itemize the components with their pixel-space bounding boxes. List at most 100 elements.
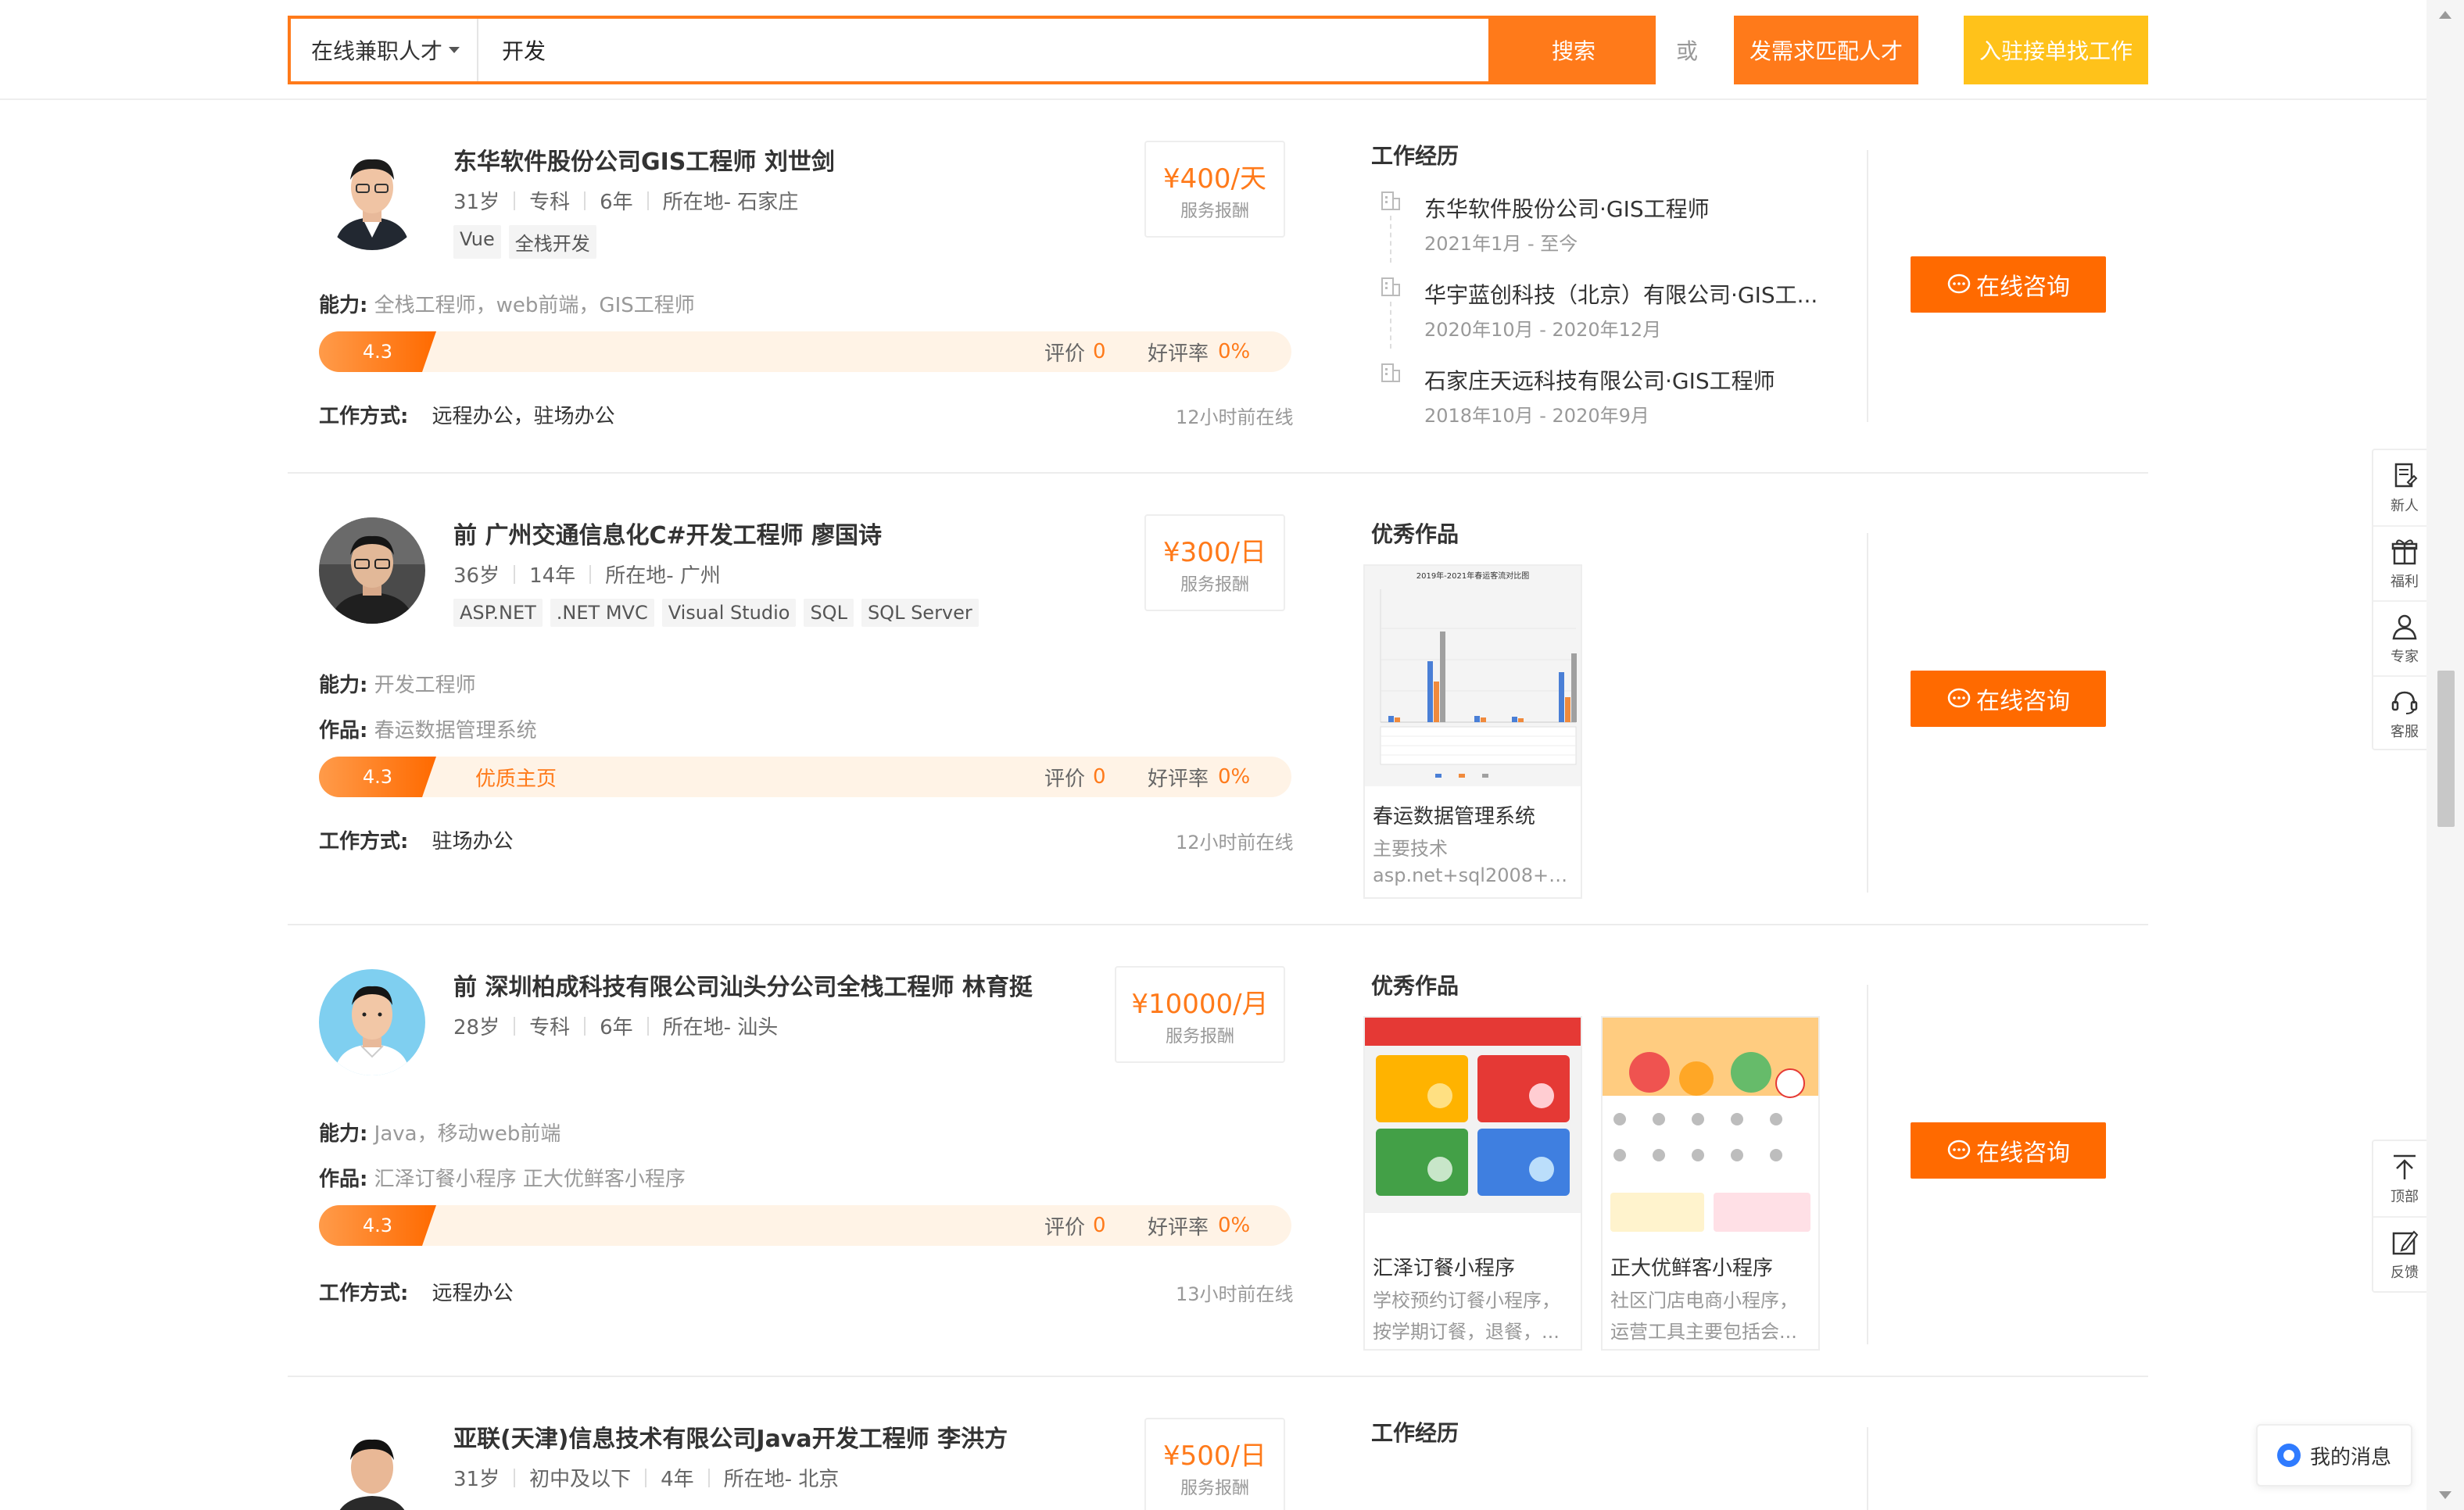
avatar[interactable] (319, 1421, 425, 1510)
reviews-label: 评价 (1044, 342, 1086, 366)
talent-location: 所在地- 北京 (723, 1468, 840, 1491)
avatar[interactable] (319, 969, 425, 1075)
works-label: 作品: (319, 1168, 368, 1191)
talent-card[interactable]: 亚联(天津)信息技术有限公司Java开发工程师 李洪方 31岁 初中及以下 4年… (288, 1377, 2148, 1510)
building-icon (1381, 363, 1400, 382)
divider (514, 1016, 516, 1036)
ability-value: Java，移动web前端 (374, 1122, 561, 1146)
skill-tag: SQL Server (861, 599, 979, 627)
post-demand-button[interactable]: 发需求匹配人才 (1734, 16, 1918, 84)
ability-line: 能力: Java，移动web前端 (319, 1118, 560, 1147)
skill-tag: 全栈开发 (508, 225, 596, 259)
portfolio-desc: 按学期订餐，退餐，... (1373, 1321, 1560, 1343)
portfolio-title-text: 汇泽订餐小程序 (1373, 1257, 1516, 1280)
talent-years: 14年 (529, 564, 576, 588)
price-label: 服务报酬 (1180, 1478, 1249, 1498)
divider (646, 1016, 649, 1036)
talent-card[interactable]: 前 深圳柏成科技有限公司汕头分公司全栈工程师 林育挺 28岁 专科 6年 所在地… (288, 925, 2148, 1377)
talent-list: 东华软件股份公司GIS工程师 刘世剑 31岁 专科 6年 所在地- 石家庄 Vu… (288, 100, 2148, 1510)
consult-button[interactable]: 在线咨询 (1911, 671, 2106, 727)
edit-icon (2392, 1230, 2419, 1255)
side-item-label: 客服 (2391, 724, 2419, 740)
good-rate: 好评率 0% (1148, 1205, 1250, 1246)
price-box: ¥400/天 服务报酬 (1144, 141, 1285, 238)
talent-years: 6年 (600, 191, 633, 214)
search-category-select[interactable]: 在线兼职人才 (291, 19, 478, 81)
thumbnail-title: 2019年-2021年春运客流对比图 (1416, 571, 1530, 581)
online-status: 12小时前在线 (1176, 832, 1294, 853)
good-rate-label: 好评率 (1148, 342, 1209, 366)
my-messages-button[interactable]: 我的消息 (2256, 1424, 2412, 1487)
search-input[interactable] (478, 19, 1488, 81)
talent-name[interactable]: 亚联(天津)信息技术有限公司Java开发工程师 李洪方 (453, 1419, 1008, 1454)
talent-education: 初中及以下 (529, 1468, 632, 1491)
talent-age: 31岁 (453, 1468, 500, 1491)
page-scrollbar[interactable] (2426, 0, 2464, 1510)
side-item-label: 顶部 (2391, 1189, 2419, 1205)
work-mode-line: 工作方式: 远程办公 (319, 1277, 514, 1306)
caret-down-icon (449, 47, 460, 53)
join-find-work-button[interactable]: 入驻接单找工作 (1964, 16, 2148, 84)
divider (584, 1016, 586, 1036)
bar-chart-thumbnail-icon: 2019年-2021年春运客流对比图 (1365, 566, 1581, 786)
works-label: 作品: (319, 719, 368, 742)
timeline-line (1390, 216, 1391, 263)
price-amount: ¥300/日 (1163, 536, 1266, 568)
portfolio-card[interactable]: 汇泽订餐小程序 学校预约订餐小程序， 按学期订餐，退餐，... (1363, 1016, 1582, 1351)
ability-label: 能力: (319, 294, 368, 317)
skill-tag: ASP.NET (453, 599, 543, 627)
price-box: ¥10000/月 服务报酬 (1115, 966, 1285, 1063)
portfolio-thumbnail (1365, 1018, 1581, 1238)
divider (589, 564, 592, 584)
ability-label: 能力: (319, 674, 368, 697)
price-label: 服务报酬 (1165, 1026, 1234, 1047)
talent-name[interactable]: 东华软件股份公司GIS工程师 刘世剑 (453, 142, 835, 177)
talent-education: 专科 (529, 191, 571, 214)
avatar[interactable] (319, 517, 425, 624)
talent-location: 所在地- 汕头 (662, 1016, 779, 1039)
scrollbar-thumb[interactable] (2437, 671, 2455, 827)
price-amount: ¥400/天 (1163, 163, 1266, 195)
talent-meta: 28岁 专科 6年 所在地- 汕头 (453, 1011, 778, 1040)
side-item-label: 新人 (2391, 498, 2419, 514)
avatar-photo-icon (319, 144, 425, 250)
reviews-count: 评价 0 (1044, 331, 1106, 372)
good-rate-label: 好评率 (1148, 767, 1209, 791)
portfolio-card[interactable]: 2019年-2021年春运客流对比图 春运数据管理系统 主要技术 asp.net… (1363, 564, 1582, 899)
grocery-app-thumbnail-icon (1603, 1018, 1818, 1238)
skill-tag: Vue (453, 225, 501, 259)
avatar[interactable] (319, 144, 425, 250)
works-line: 作品: 春运数据管理系统 (319, 714, 537, 743)
consult-label: 在线咨询 (1976, 1140, 2070, 1167)
experience-dates: 2020年10月 - 2020年12月 (1424, 319, 1662, 341)
consult-button[interactable]: 在线咨询 (1911, 256, 2106, 313)
good-rate: 好评率 0% (1148, 757, 1250, 797)
talent-years: 4年 (661, 1468, 694, 1491)
good-rate-label: 好评率 (1148, 1215, 1209, 1240)
rating-bar: 4.3 评价 0 好评率 0% (319, 1205, 1291, 1246)
talent-card[interactable]: 前 广州交通信息化C#开发工程师 廖国诗 36岁 14年 所在地- 广州 ASP… (288, 474, 2148, 925)
rating-bar: 4.3 优质主页 评价 0 好评率 0% (319, 757, 1291, 797)
scroll-up-icon[interactable] (2439, 11, 2451, 19)
skill-tag: Visual Studio (661, 599, 797, 627)
search-button[interactable]: 搜索 (1492, 16, 1656, 84)
or-text: 或 (1676, 38, 1699, 64)
arrow-top-icon (2394, 1154, 2416, 1179)
ability-value: 全栈工程师，web前端，GIS工程师 (374, 294, 695, 317)
talent-card[interactable]: 东华软件股份公司GIS工程师 刘世剑 31岁 专科 6年 所在地- 石家庄 Vu… (288, 100, 2148, 474)
skill-tag: SQL (804, 599, 854, 627)
reviews-value: 0 (1093, 340, 1106, 363)
side-item-label: 专家 (2391, 649, 2419, 665)
works-value: 春运数据管理系统 (374, 719, 537, 742)
headset-icon (2391, 691, 2418, 714)
talent-name[interactable]: 前 广州交通信息化C#开发工程师 廖国诗 (453, 516, 882, 550)
works-line: 作品: 汇泽订餐小程序 正大优鲜客小程序 (319, 1163, 686, 1192)
portfolio-card[interactable]: 正大优鲜客小程序 社区门店电商小程序， 运营工具主要包括会... (1601, 1016, 1820, 1351)
consult-button[interactable]: 在线咨询 (1911, 1122, 2106, 1179)
price-label: 服务报酬 (1180, 201, 1249, 221)
scroll-down-icon[interactable] (2439, 1491, 2451, 1499)
skill-tags: Vue 全栈开发 (453, 225, 596, 259)
talent-name[interactable]: 前 深圳柏成科技有限公司汕头分公司全栈工程师 林育挺 (453, 968, 1033, 1002)
talent-age: 31岁 (453, 191, 500, 214)
avatar-photo-icon (319, 517, 425, 624)
